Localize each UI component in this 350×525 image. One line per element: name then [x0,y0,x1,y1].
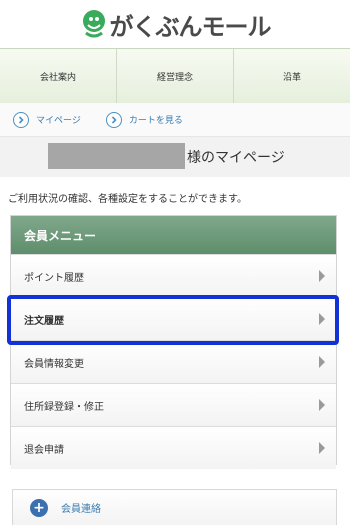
welcome-suffix: 様のマイページ [187,150,285,166]
menu-item-address-book[interactable]: 住所録登録・修正 [11,383,336,426]
plus-circle-icon: + [30,498,48,517]
mypage-link-label: マイページ [36,116,81,126]
chevron-right-icon [319,442,325,454]
view-cart-link[interactable]: カートを見る [105,111,183,128]
welcome-banner: 様のマイページ [0,137,350,177]
menu-item-withdraw[interactable]: 退会申請 [11,426,336,469]
menu-item-point-history[interactable]: ポイント履歴 [11,254,336,297]
chevron-right-icon [319,270,325,282]
mypage-link[interactable]: マイページ [13,111,81,128]
nav-item-company[interactable]: 会社案内 [0,49,117,103]
quick-links-bar: マイページ カートを見る [0,103,350,137]
member-contact-label: 会員連絡 [61,504,101,515]
menu-item-edit-member-info[interactable]: 会員情報変更 [11,340,336,383]
site-logo[interactable]: がくぶんモール [0,0,350,48]
menu-item-label: 住所録登録・修正 [24,401,104,413]
menu-item-label: 退会申請 [24,444,64,456]
menu-item-label: ポイント履歴 [24,272,84,284]
top-navigation: 会社案内 経営理念 沿革 [0,48,350,104]
redacted-username [48,143,185,169]
menu-item-label: 会員情報変更 [24,358,84,370]
intro-text: ご利用状況の確認、各種設定をすることができます。 [8,194,247,205]
member-menu-title: 会員メニュー [11,216,336,254]
chevron-right-circle-icon [105,111,122,128]
chevron-right-circle-icon [13,111,29,128]
order-history-highlight [7,295,339,345]
nav-item-philosophy[interactable]: 経営理念 [117,49,234,103]
view-cart-link-label: カートを見る [128,116,183,126]
chevron-right-icon [319,399,325,411]
logo-text: がくぶんモール [109,12,272,41]
nav-item-history[interactable]: 沿革 [234,49,350,103]
chevron-right-icon [319,356,325,368]
logo-mark-icon [82,10,105,38]
member-contact-button[interactable]: + 会員連絡 [12,489,337,525]
